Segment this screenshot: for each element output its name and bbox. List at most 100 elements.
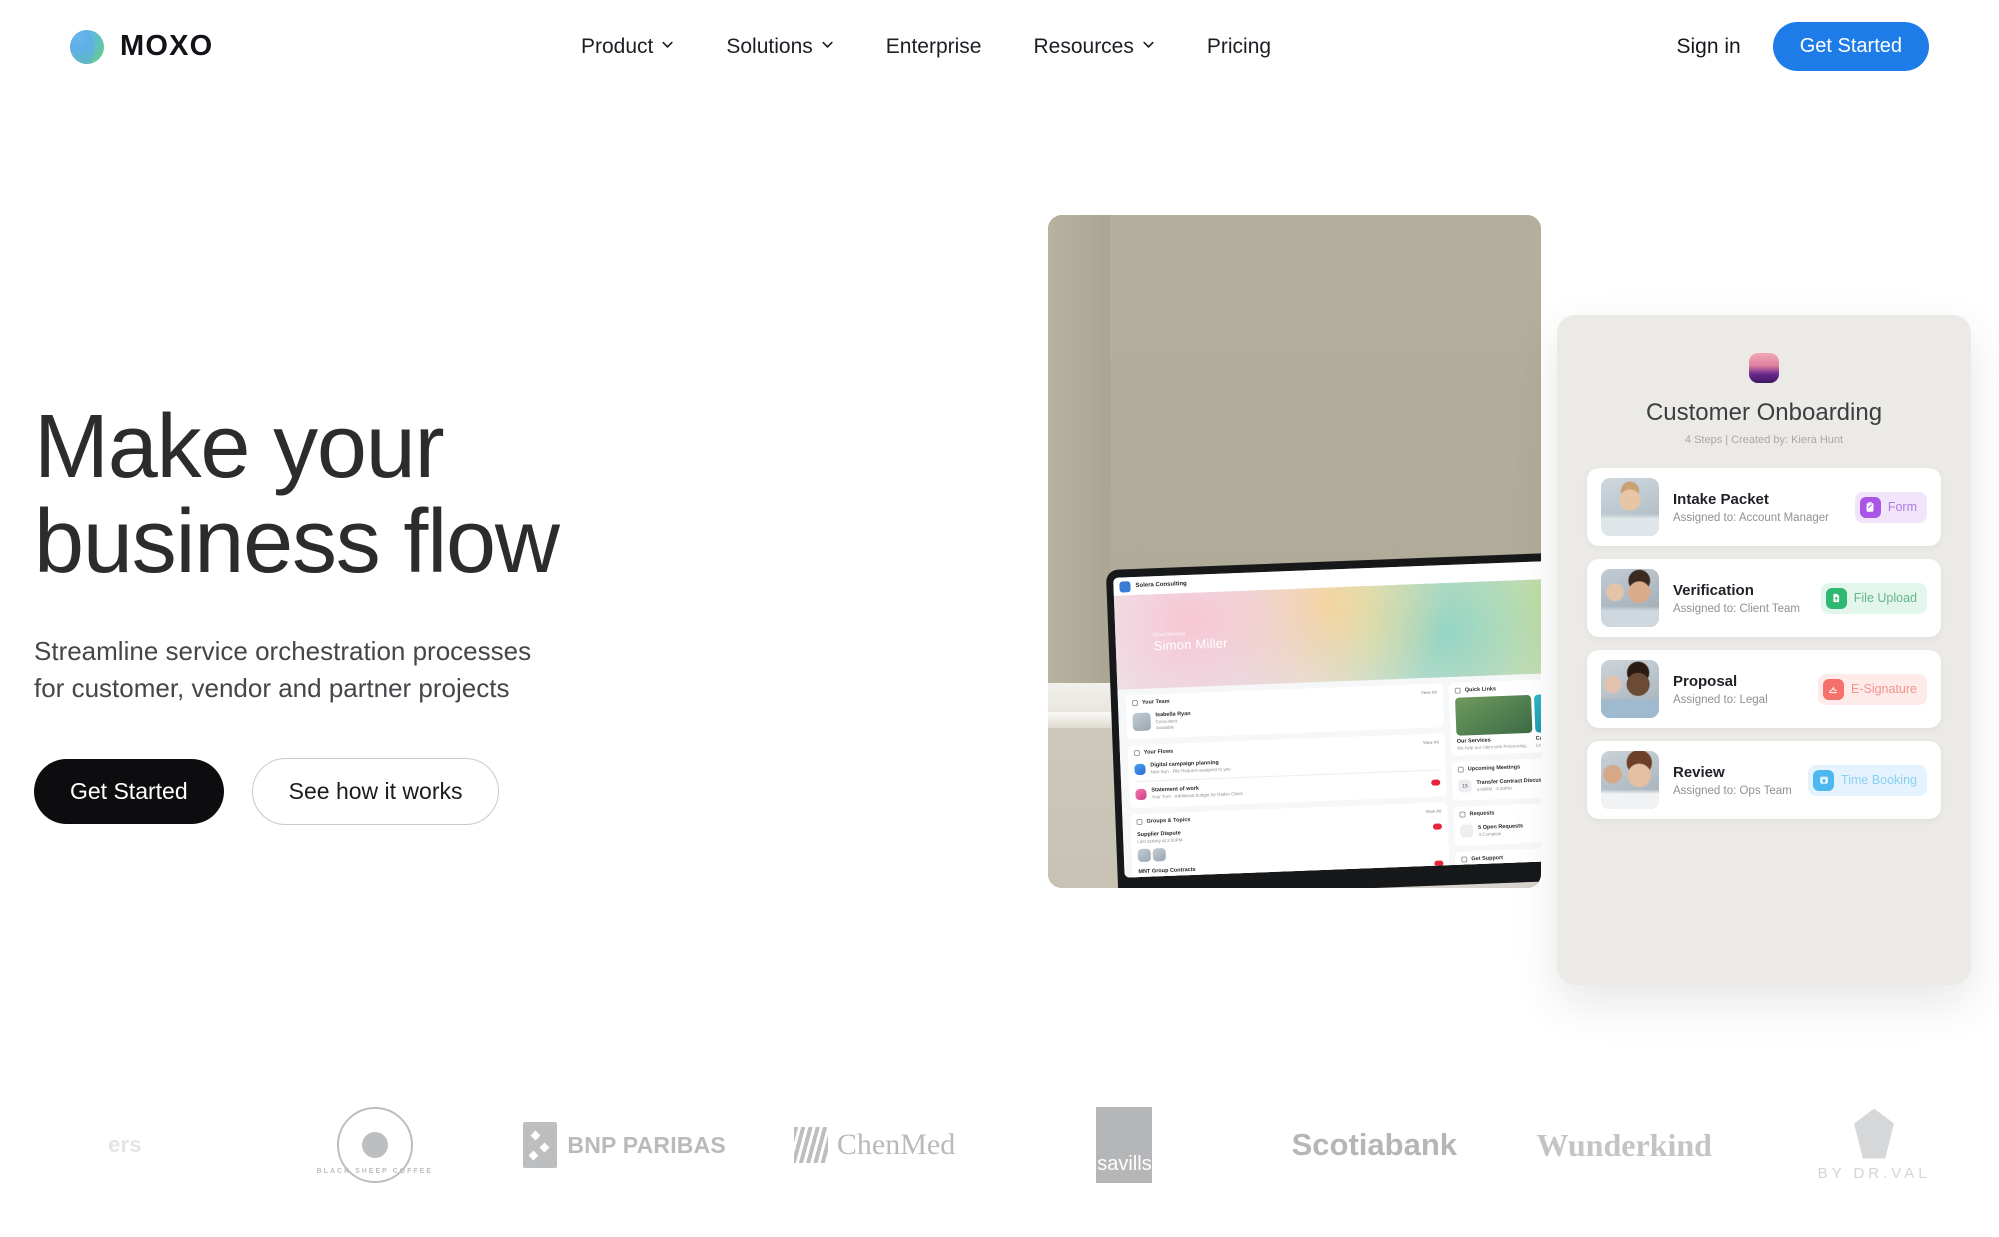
nav-item-label: Resources	[1033, 34, 1134, 58]
page-title: Make your business flow	[34, 399, 654, 593]
hero-subheading: Streamline service orchestration process…	[34, 635, 532, 704]
thumbnail[interactable]	[1455, 694, 1533, 736]
bnp-paribas-icon	[523, 1122, 558, 1168]
hero-cta-group: Get Started See how it works	[34, 758, 654, 826]
quick-link-name: Cases At	[1535, 735, 1541, 742]
screen-requests-card: Requests 5 Open Requests 4 Complete	[1453, 800, 1541, 846]
screen-quick-links-card: Quick Links Our Services We help our cli…	[1448, 676, 1541, 756]
nav-item-product[interactable]: Product	[555, 35, 700, 59]
support-icon	[1461, 856, 1468, 863]
logo-label: Scotiabank	[1291, 1127, 1457, 1162]
logo-label: savills	[1097, 1153, 1152, 1175]
flow-icon	[1135, 788, 1147, 800]
nav-item-pricing[interactable]: Pricing	[1181, 35, 1297, 59]
screen-section-header: Quick Links	[1454, 682, 1541, 694]
logo-by-dr-val: BY DR.VAL	[1749, 1108, 1999, 1182]
logo-partial: ers	[0, 1132, 250, 1158]
nav-get-started-button[interactable]: Get Started	[1772, 22, 1929, 71]
screen-meetings-card: Upcoming Meetings 15 Transfer Contract D…	[1451, 755, 1541, 801]
groups-icon	[1136, 818, 1143, 826]
nav-item-label: Enterprise	[885, 34, 982, 58]
request-icon	[1460, 824, 1474, 838]
see-how-it-works-button[interactable]: See how it works	[251, 758, 500, 826]
step-text: Intake Packet Assigned to: Account Manag…	[1673, 491, 1841, 524]
logo-savills: savills	[1000, 1107, 1250, 1183]
by-dr-val-icon	[1854, 1108, 1895, 1159]
brand-name: MOXO	[120, 30, 214, 62]
logo-label: BNP PARIBAS	[567, 1131, 726, 1158]
avatar	[1601, 751, 1659, 809]
top-navigation-bar: MOXO Product Solutions Enterprise Resour…	[0, 0, 1999, 93]
savills-icon: savills	[1096, 1107, 1153, 1183]
calendar-clock-icon	[1813, 769, 1835, 791]
step-name: Proposal	[1673, 672, 1738, 690]
black-sheep-coffee-icon: BLACK SHEEP COFFEE	[317, 1107, 431, 1183]
badge-label: Time Booking	[1841, 773, 1917, 787]
workflow-gradient-icon	[1749, 353, 1779, 383]
screen-main-column: Your Team View All Isabella Ryan Consult…	[1125, 683, 1451, 878]
logo-chenmed: ChenMed	[750, 1127, 1000, 1163]
avatar	[1137, 848, 1152, 863]
flows-icon	[1133, 749, 1141, 757]
logo-wunderkind: Wunderkind	[1499, 1127, 1749, 1164]
brand-logo[interactable]: MOXO	[70, 29, 214, 64]
workflow-steps: Intake Packet Assigned to: Account Manag…	[1587, 468, 1941, 819]
avatar	[1152, 848, 1167, 862]
request-row[interactable]: 5 Open Requests 4 Complete	[1460, 816, 1541, 841]
badge-label: E-Signature	[1850, 682, 1917, 696]
hero-get-started-button[interactable]: Get Started	[34, 759, 224, 825]
flow-row[interactable]: Statement of work Your Turn · Additional…	[1135, 773, 1441, 803]
badge-label: Form	[1887, 500, 1917, 514]
screen-org-logo-icon	[1119, 580, 1131, 593]
screen-greeting-name: Simon Miller	[1153, 635, 1228, 654]
chevron-down-icon	[1142, 38, 1155, 51]
section-title: Upcoming Meetings	[1467, 764, 1521, 773]
logo-bnp-paribas: BNP PARIBAS	[500, 1122, 750, 1168]
unread-badge	[1431, 779, 1441, 786]
workflow-step-intake-packet[interactable]: Intake Packet Assigned to: Account Manag…	[1587, 468, 1941, 546]
section-title: Your Team	[1141, 698, 1170, 706]
logo-label: Wunderkind	[1536, 1126, 1712, 1163]
chevron-down-icon	[661, 38, 674, 51]
view-all-link[interactable]: View All	[1423, 739, 1439, 745]
screen-your-team-card: Your Team View All Isabella Ryan Consult…	[1125, 683, 1445, 740]
workflow-subtitle: 4 Steps | Created by: Kiera Hunt	[1684, 434, 1844, 446]
quick-link-thumbnails	[1455, 691, 1541, 736]
screen-hero-banner: Good Morning Simon Miller	[1113, 576, 1541, 690]
screen-section-header: Upcoming Meetings	[1457, 761, 1541, 773]
nav-item-resources[interactable]: Resources	[1007, 35, 1180, 59]
avatar	[1132, 712, 1152, 732]
clipboard-form-icon	[1859, 496, 1881, 518]
customer-logo-strip: ers BLACK SHEEP COFFEE BNP PARIBAS ChenM…	[0, 1090, 1999, 1200]
screen-org-name: Solera Consulting	[1135, 581, 1187, 589]
file-upload-icon	[1825, 587, 1847, 609]
nav-actions: Sign in Get Started	[1677, 22, 1929, 71]
workflow-step-proposal[interactable]: Proposal Assigned to: Legal E-Signature	[1587, 650, 1941, 728]
step-assignee: Assigned to: Legal	[1673, 693, 1768, 706]
section-title: Your Flows	[1143, 748, 1174, 756]
workflow-step-verification[interactable]: Verification Assigned to: Client Team Fi…	[1587, 559, 1941, 637]
avatar	[1601, 478, 1659, 536]
desktop-monitor-photo: Solera Consulting Good Morning Simon Mil…	[1048, 215, 1541, 888]
meeting-row[interactable]: 15 Transfer Contract Discuss 4:00PM · 4:…	[1458, 771, 1541, 796]
unread-badge	[1432, 823, 1443, 830]
chenmed-icon	[793, 1127, 828, 1163]
step-badge: Form	[1854, 491, 1927, 523]
workflow-step-review[interactable]: Review Assigned to: Ops Team Time Bookin…	[1587, 741, 1941, 819]
screen-your-flows-card: Your Flows View All Digital campaign pla…	[1127, 733, 1447, 809]
nav-item-solutions[interactable]: Solutions	[700, 35, 859, 59]
sign-in-link[interactable]: Sign in	[1677, 35, 1741, 59]
step-name: Intake Packet	[1673, 490, 1769, 508]
calendar-icon	[1457, 766, 1465, 773]
e-signature-icon	[1822, 678, 1844, 700]
nav-item-enterprise[interactable]: Enterprise	[860, 35, 1008, 59]
badge-label: File Upload	[1853, 591, 1917, 605]
thumbnail[interactable]	[1534, 691, 1541, 733]
logo-label: ChenMed	[836, 1128, 956, 1161]
view-all-link[interactable]: View All	[1426, 808, 1442, 814]
screen-groups-topics-card: Groups & Topics View All Supplier Disput…	[1130, 802, 1451, 878]
section-title: Requests	[1469, 810, 1495, 818]
view-all-link[interactable]: View All	[1421, 689, 1437, 695]
hero-heading-line-2: business flow	[34, 492, 560, 593]
logo-label: BLACK SHEEP COFFEE	[316, 1168, 434, 1175]
